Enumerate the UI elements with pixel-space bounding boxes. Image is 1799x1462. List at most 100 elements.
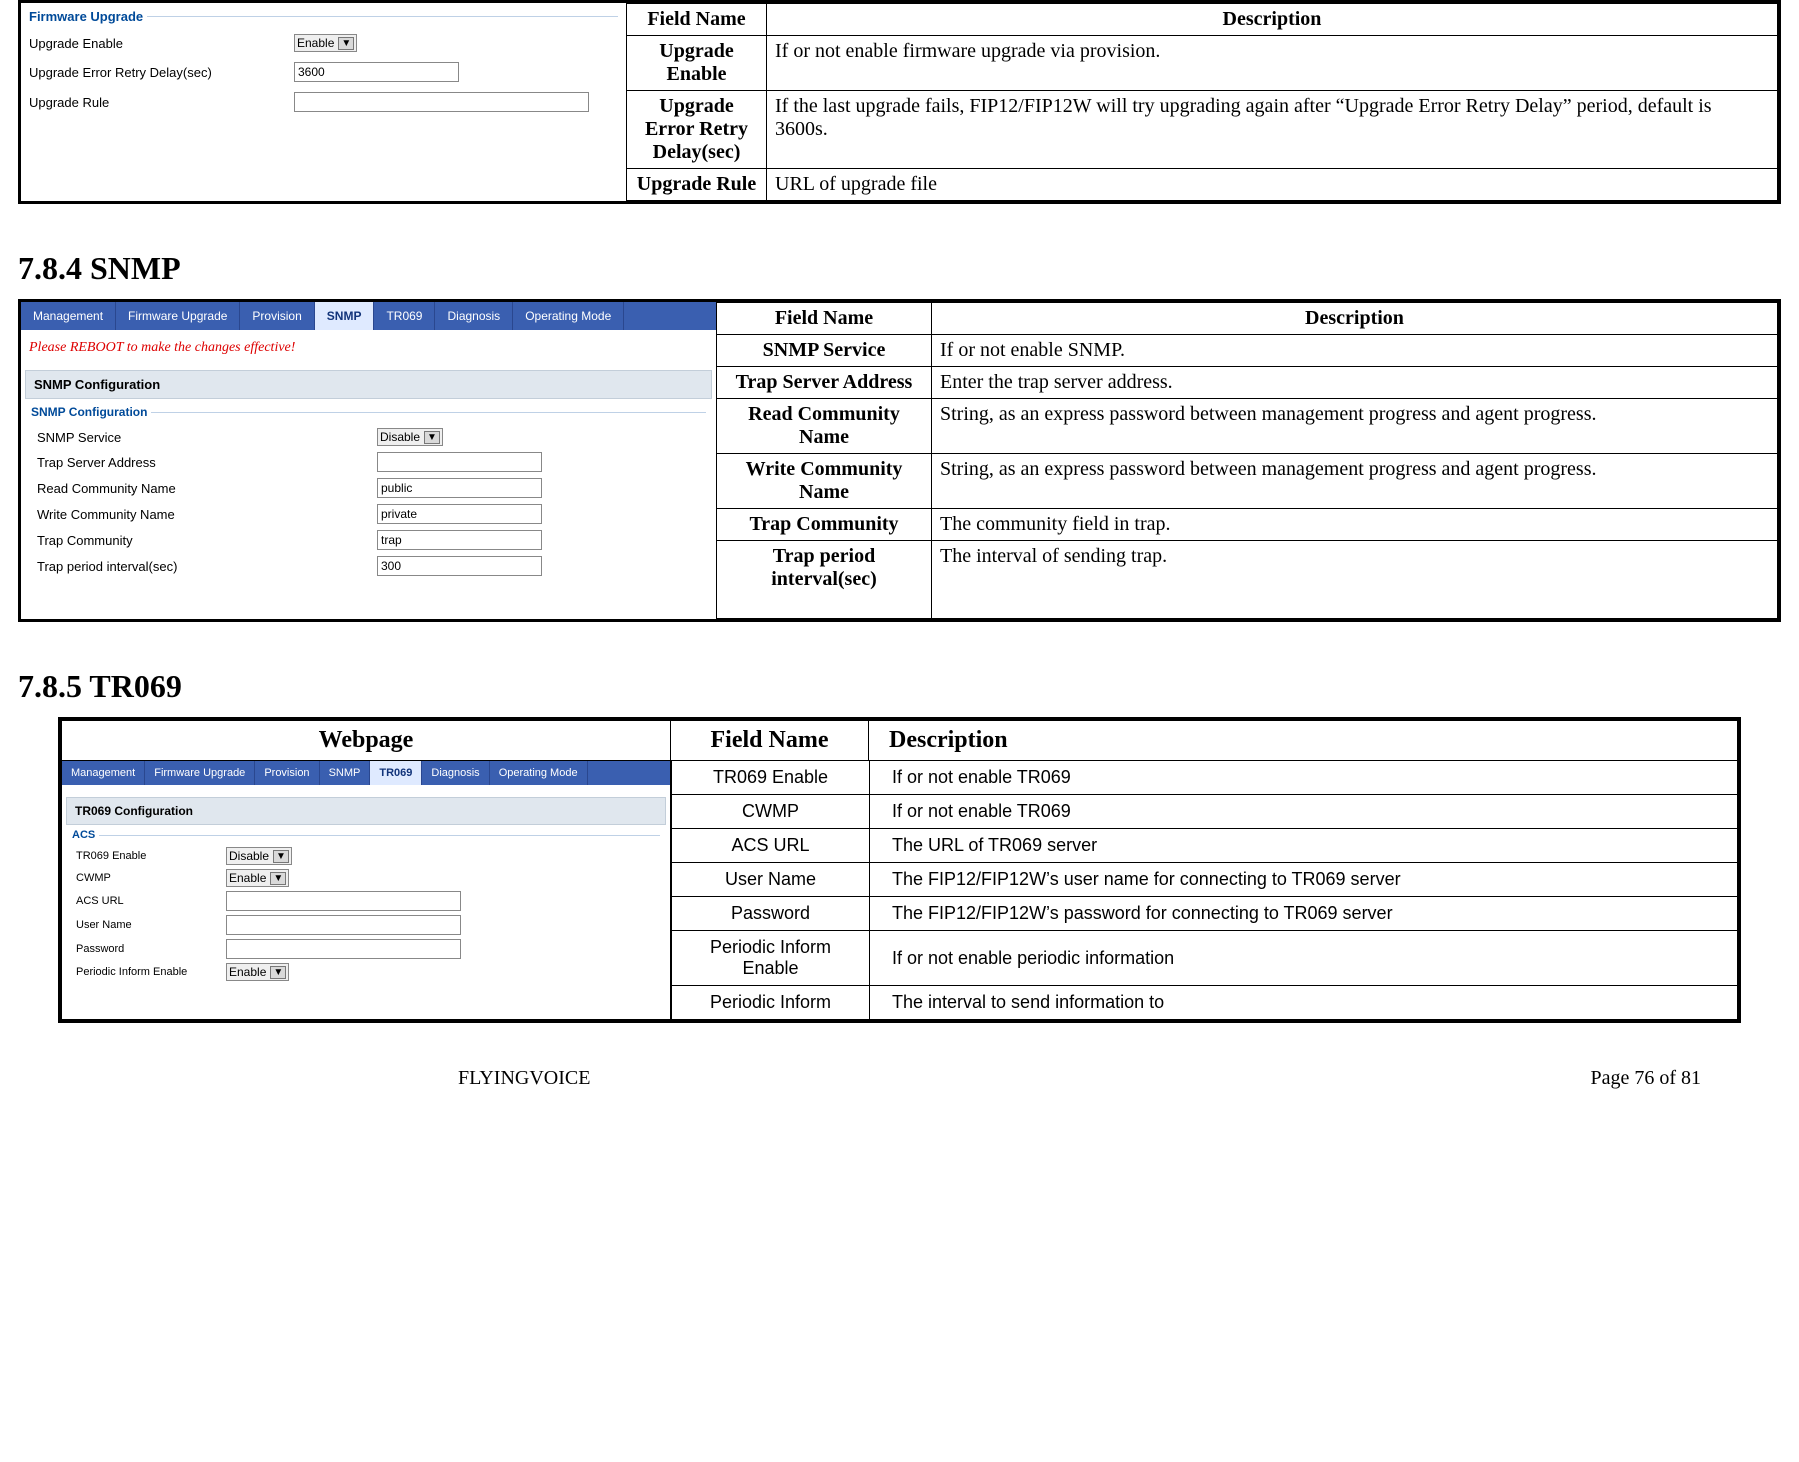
snmp-desc-text-5: The interval of sending trap.: [932, 541, 1778, 619]
tr-desc-name-4: Password: [672, 897, 870, 931]
tab-diagnosis[interactable]: Diagnosis: [435, 302, 513, 330]
snmp-desc-text-0: If or not enable SNMP.: [932, 335, 1778, 367]
snmp-desc-hdr-field: Field Name: [717, 303, 932, 335]
chevron-down-icon: ▼: [270, 966, 286, 979]
snmp-desc-text-3: String, as an express password between m…: [932, 454, 1778, 509]
tr-desc-text-2: The URL of TR069 server: [870, 829, 1738, 863]
tr069-hdr-field: Field Name: [671, 720, 869, 761]
trap-addr-input[interactable]: [377, 452, 542, 472]
fw-desc-name-0: Upgrade Enable: [627, 36, 767, 91]
footer-brand: FLYINGVOICE: [458, 1067, 590, 1090]
snmp-service-value: Disable: [380, 430, 420, 444]
trap-period-label: Trap period interval(sec): [37, 559, 377, 574]
tab-tr069[interactable]: TR069: [374, 302, 435, 330]
pinf-enable-value: Enable: [229, 965, 266, 979]
fw-desc-text-0: If or not enable firmware upgrade via pr…: [767, 36, 1778, 91]
cwmp-value: Enable: [229, 871, 266, 885]
tab-operating-mode[interactable]: Operating Mode: [513, 302, 624, 330]
chevron-down-icon: ▼: [273, 850, 289, 863]
divider: [151, 412, 706, 413]
tr-desc-text-4: The FIP12/FIP12W’s password for connecti…: [870, 897, 1738, 931]
tr-desc-text-1: If or not enable TR069: [870, 795, 1738, 829]
upgrade-enable-value: Enable: [297, 36, 334, 50]
snmp-desc-col: Field Name Description SNMP ServiceIf or…: [716, 302, 1778, 619]
pinf-enable-select[interactable]: Enable ▼: [226, 963, 289, 981]
trap-comm-input[interactable]: [377, 530, 542, 550]
cwmp-label: CWMP: [76, 872, 226, 884]
write-comm-label: Write Community Name: [37, 507, 377, 522]
cwmp-select[interactable]: Enable ▼: [226, 869, 289, 887]
tab-provision[interactable]: Provision: [255, 761, 319, 785]
tr069-hdr-webpage: Webpage: [61, 720, 671, 761]
tr069-screenshot: Management Firmware Upgrade Provision SN…: [61, 761, 671, 1020]
read-comm-label: Read Community Name: [37, 481, 377, 496]
upgrade-rule-label: Upgrade Rule: [29, 95, 294, 110]
trap-comm-label: Trap Community: [37, 533, 377, 548]
snmp-desc-name-4: Trap Community: [717, 509, 932, 541]
snmp-service-select[interactable]: Disable▼: [377, 428, 443, 446]
tr-desc-name-3: User Name: [672, 863, 870, 897]
upgrade-rule-input[interactable]: [294, 92, 589, 112]
retry-delay-label: Upgrade Error Retry Delay(sec): [29, 65, 294, 80]
reboot-warning: Please REBOOT to make the changes effect…: [21, 330, 716, 370]
tab-snmp[interactable]: SNMP: [315, 302, 375, 330]
snmp-desc-name-2: Read Community Name: [717, 399, 932, 454]
snmp-screenshot: Management Firmware Upgrade Provision SN…: [21, 302, 716, 585]
tab-provision[interactable]: Provision: [240, 302, 314, 330]
tab-diagnosis[interactable]: Diagnosis: [422, 761, 489, 785]
tr-desc-text-5: If or not enable periodic information: [870, 931, 1738, 986]
tab-operating-mode[interactable]: Operating Mode: [490, 761, 588, 785]
tab-management[interactable]: Management: [21, 302, 116, 330]
tab-firmware-upgrade[interactable]: Firmware Upgrade: [145, 761, 255, 785]
snmp-panel-title: SNMP Configuration: [25, 370, 712, 399]
firmware-screenshot: Firmware Upgrade Upgrade Enable Enable ▼…: [21, 3, 626, 122]
tr069-panel-title: TR069 Configuration: [66, 797, 666, 825]
tr069-enable-label: TR069 Enable: [76, 850, 226, 862]
retry-delay-input[interactable]: [294, 62, 459, 82]
tab-snmp[interactable]: SNMP: [320, 761, 371, 785]
tr069-block: Webpage Field Name Description Managemen…: [58, 717, 1741, 1023]
page-footer: FLYINGVOICE Page 76 of 81: [18, 1043, 1781, 1090]
acs-pass-input[interactable]: [226, 939, 461, 959]
upgrade-enable-select[interactable]: Enable ▼: [294, 34, 357, 52]
section-784-title: 7.8.4 SNMP: [18, 250, 1781, 287]
tab-firmware-upgrade[interactable]: Firmware Upgrade: [116, 302, 240, 330]
acs-url-input[interactable]: [226, 891, 461, 911]
tr069-header-row: Webpage Field Name Description: [61, 720, 1738, 761]
tr-desc-text-0: If or not enable TR069: [870, 761, 1738, 795]
tr069-desc-table: TR069 EnableIf or not enable TR069 CWMPI…: [671, 761, 1738, 1020]
tr-desc-text-6: The interval to send information to: [870, 986, 1738, 1020]
trap-period-input[interactable]: [377, 556, 542, 576]
tr-desc-text-3: The FIP12/FIP12W’s user name for connect…: [870, 863, 1738, 897]
section-785-title: 7.8.5 TR069: [18, 668, 1781, 705]
acs-fieldset-label: ACS: [72, 829, 95, 841]
fw-desc-hdr-field: Field Name: [627, 4, 767, 36]
snmp-service-label: SNMP Service: [37, 430, 377, 445]
firmware-desc-table: Field Name Description Upgrade EnableIf …: [626, 3, 1778, 201]
firmware-fieldset-label: Firmware Upgrade: [29, 9, 143, 24]
acs-user-input[interactable]: [226, 915, 461, 935]
chevron-down-icon: ▼: [270, 872, 286, 885]
tr-desc-name-0: TR069 Enable: [672, 761, 870, 795]
acs-user-label: User Name: [76, 919, 226, 931]
chevron-down-icon: ▼: [338, 37, 354, 50]
fw-desc-hdr-desc: Description: [767, 4, 1778, 36]
tr069-enable-select[interactable]: Disable▼: [226, 847, 292, 865]
tr-desc-name-2: ACS URL: [672, 829, 870, 863]
snmp-block: Management Firmware Upgrade Provision SN…: [18, 299, 1781, 622]
trap-addr-label: Trap Server Address: [37, 455, 377, 470]
firmware-desc-col: Field Name Description Upgrade EnableIf …: [626, 3, 1778, 201]
tab-tr069[interactable]: TR069: [370, 761, 422, 785]
snmp-desc-hdr-desc: Description: [932, 303, 1778, 335]
snmp-nav-tabs: Management Firmware Upgrade Provision SN…: [21, 302, 716, 330]
write-comm-input[interactable]: [377, 504, 542, 524]
tr069-nav-tabs: Management Firmware Upgrade Provision SN…: [62, 761, 670, 785]
pinf-enable-label: Periodic Inform Enable: [76, 966, 226, 978]
tr-desc-name-5: Periodic Inform Enable: [672, 931, 870, 986]
fw-desc-name-1: Upgrade Error Retry Delay(sec): [627, 91, 767, 169]
tr-desc-name-6: Periodic Inform: [672, 986, 870, 1020]
tab-management[interactable]: Management: [62, 761, 145, 785]
acs-pass-label: Password: [76, 943, 226, 955]
firmware-upgrade-block: Firmware Upgrade Upgrade Enable Enable ▼…: [18, 0, 1781, 204]
read-comm-input[interactable]: [377, 478, 542, 498]
